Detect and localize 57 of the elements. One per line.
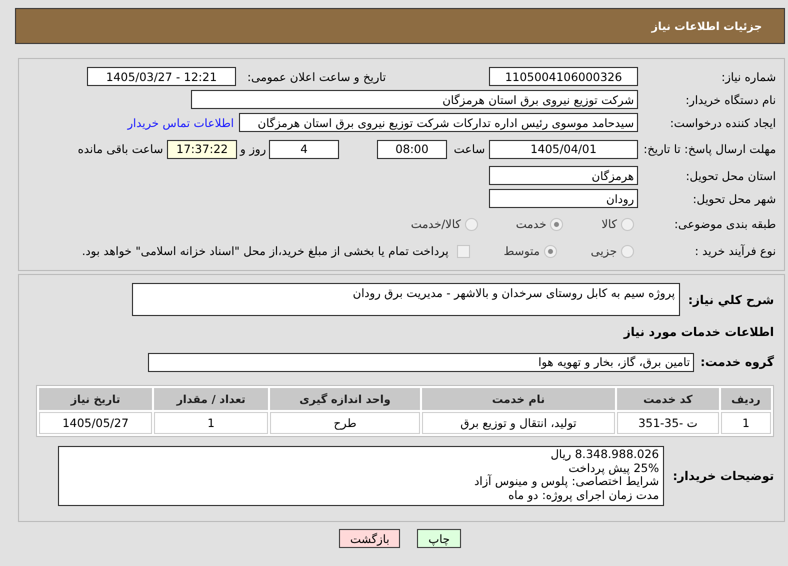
table-cell: تولید، انتقال و توزیع برق [422,412,615,434]
field-label: مهلت ارسال پاسخ: تا تاریخ: [642,142,776,156]
column-header: واحد اندازه گیری [270,388,420,410]
column-header: تعداد / مقدار [154,388,268,410]
summary-label: شرح کلي نياز: [687,293,774,307]
deadline-time-field: 08:00 [377,140,447,158]
field-label: طبقه بندی موضوعی: [673,217,776,231]
service-group-label: گروه خدمت: [699,355,774,369]
time-label: ساعت [452,142,485,156]
column-header: ردیف [720,388,771,410]
service-group-field: تامین برق، گاز، بخار و تهویه هوا [148,352,694,372]
table-cell: 1405/05/27 [39,412,152,434]
radio-button[interactable] [550,218,564,230]
table-cell: ت -35-351 [616,412,719,434]
radio-label: متوسط [504,244,540,258]
buyer-contact-link[interactable]: اطلاعات تماس خریدار [127,116,234,130]
section-heading: اطلاعات خدمات مورد نیاز [624,325,774,339]
city-field: رودان [489,189,638,208]
notes-label: توضیحات خریدار: [672,469,774,483]
radio-button[interactable] [464,218,478,230]
days-field: 4 [269,140,339,158]
column-header: کد خدمت [616,388,719,410]
page-header: جزئیات اطلاعات نیاز [15,8,785,44]
buyer-org-field: شرکت توزیع نیروی برق استان هرمزگان [191,90,638,109]
remaining-time-field: 17:37:22 [167,140,238,158]
field-label: نوع فرآیند خرید : [694,244,776,258]
payment-note: پرداخت تمام یا بخشی از مبلغ خرید،از محل "اسناد خزانه اسلامی" خواهد بود. [82,244,449,258]
summary-field: پروژه سیم به کابل روستای سرخدان و بالاشهر - مدیریت برق رودان [132,283,680,316]
back-button[interactable]: بازگشت [339,529,400,548]
radio-button[interactable] [544,244,557,258]
field-label: شماره نیاز: [720,70,776,84]
field-label: ایجاد کننده درخواست: [669,116,776,130]
province-field: هرمزگان [489,166,638,185]
radio-label: خدمت [516,217,546,231]
radio-button[interactable] [621,218,634,230]
field-label: شهر محل تحویل: [692,192,776,206]
need-number-field: 1105004106000326 [489,67,638,86]
field-label: استان محل تحویل: [684,168,776,182]
table-cell: 1 [154,412,268,434]
column-header: نام خدمت [422,388,615,410]
checkbox[interactable] [456,244,470,258]
radio-label: کالا [601,217,617,231]
column-header: تاریخ نیاز [39,388,152,410]
remaining-label: ساعت باقی مانده [78,142,164,156]
radio-label: جزیی [590,244,617,258]
table-cell: طرح [270,412,420,434]
days-label: روز و [240,142,266,156]
radio-button[interactable] [621,244,634,258]
table-cell: 1 [720,412,771,434]
radio-label: کالا/خدمت [410,217,461,231]
field-label: تاریخ و ساعت اعلان عمومی: [246,70,387,84]
print-button[interactable]: چاپ [417,529,461,548]
announce-date-field: 1405/03/27 - 12:21 [87,67,236,86]
requester-field: سیدحامد موسوی رئیس اداره تدارکات شرکت توزیع نیروی برق استان هرمزگان [239,113,638,132]
field-label: نام دستگاه خریدار: [684,92,776,106]
deadline-date-field: 1405/04/01 [489,140,638,158]
buyer-notes-field: 8.348.988.026 ریال 25% پیش پرداخت شرایط اختصاصی: پلوس و مینوس آزاد مدت زمان اجرای پروژه: دو ماه [58,446,664,506]
